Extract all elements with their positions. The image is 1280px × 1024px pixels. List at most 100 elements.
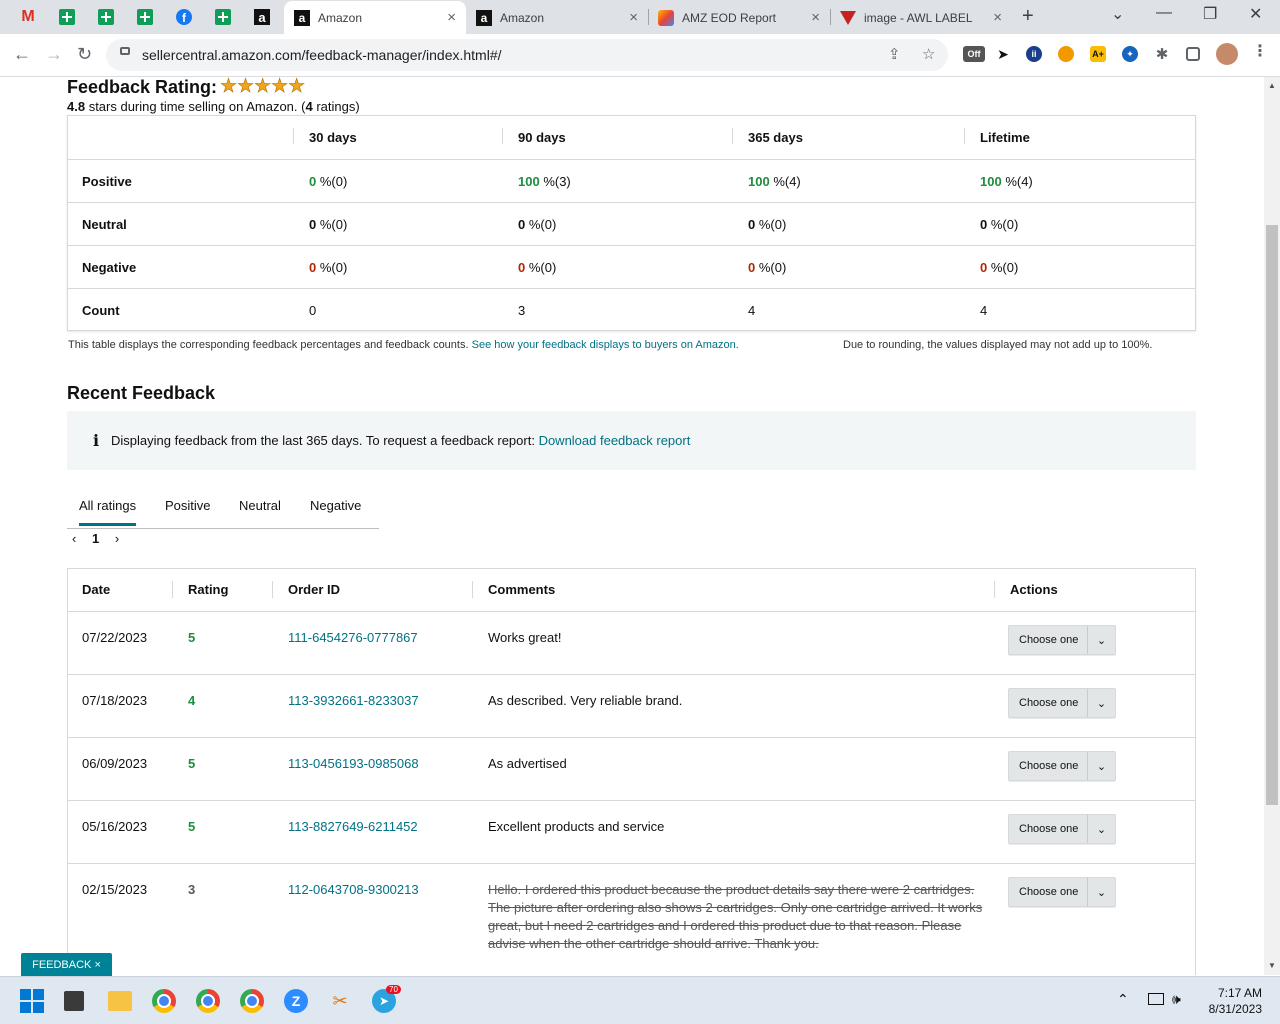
- amazon-icon[interactable]: a: [248, 5, 276, 29]
- action-dropdown[interactable]: Choose one ⌄: [1008, 688, 1116, 718]
- tab-neutral[interactable]: Neutral: [239, 498, 281, 523]
- feedback-comment-struck: Hello. I ordered this product because th…: [488, 882, 983, 951]
- order-id-link[interactable]: 113-3932661-8233037: [288, 693, 419, 708]
- close-icon[interactable]: ×: [94, 959, 100, 971]
- table-row: 02/15/2023 3 112-0643708-9300213 Hello. …: [68, 864, 1195, 975]
- action-dropdown[interactable]: Choose one ⌄: [1008, 814, 1116, 844]
- tab-positive[interactable]: Positive: [165, 498, 211, 523]
- chrome-profile-icon[interactable]: [240, 989, 264, 1013]
- summary-table-note: This table displays the corresponding fe…: [68, 339, 739, 351]
- tab-all-ratings[interactable]: All ratings: [79, 498, 137, 526]
- chrome-profile-icon[interactable]: [196, 989, 220, 1013]
- windows-start-icon[interactable]: [20, 989, 44, 1013]
- sheets-icon[interactable]: [131, 5, 159, 29]
- feedback-display-link[interactable]: See how your feedback displays to buyers…: [472, 339, 739, 351]
- order-id-link[interactable]: 113-8827649-6211452: [288, 819, 418, 834]
- current-page[interactable]: 1: [92, 531, 99, 546]
- close-tab-icon[interactable]: ×: [811, 9, 820, 26]
- task-view-icon[interactable]: [64, 991, 84, 1011]
- zoom-icon[interactable]: Z: [284, 989, 308, 1013]
- browser-tab-amazon-active[interactable]: a Amazon ×: [284, 1, 466, 34]
- volume-icon[interactable]: 🕪: [1172, 991, 1181, 1008]
- amazon-icon: a: [476, 9, 492, 26]
- window-close-button[interactable]: ✕: [1249, 4, 1262, 24]
- feedback-table: Date Rating Order ID Comments Actions 07…: [67, 568, 1196, 975]
- header-30-days: 30 days: [309, 130, 357, 145]
- previous-page-icon[interactable]: ‹: [72, 531, 76, 546]
- side-panel-icon[interactable]: [1186, 47, 1200, 61]
- telegram-icon[interactable]: ➤ 70: [372, 985, 401, 1013]
- tab-negative[interactable]: Negative: [310, 498, 361, 523]
- scrollbar-thumb[interactable]: [1266, 225, 1278, 805]
- page-scrollbar[interactable]: ▲ ▼: [1264, 77, 1280, 975]
- column-rating: Rating: [188, 582, 229, 597]
- file-explorer-icon[interactable]: [108, 991, 132, 1011]
- sheets-icon[interactable]: [209, 5, 237, 29]
- action-dropdown[interactable]: Choose one ⌄: [1008, 877, 1116, 907]
- facebook-icon[interactable]: f: [170, 5, 198, 29]
- browser-tab-amazon[interactable]: a Amazon ×: [466, 1, 648, 34]
- header-90-days: 90 days: [518, 130, 566, 145]
- taskbar-clock[interactable]: 7:17 AM 8/31/2023: [1200, 985, 1262, 1017]
- tray-chevron-icon[interactable]: ⌃: [1117, 991, 1129, 1008]
- column-divider: [994, 581, 995, 598]
- order-id-link[interactable]: 113-0456193-0985068: [288, 756, 419, 771]
- minimize-button[interactable]: —: [1156, 4, 1172, 22]
- url-text[interactable]: sellercentral.amazon.com/feedback-manage…: [142, 47, 502, 63]
- share-icon[interactable]: ⇪: [888, 45, 901, 63]
- chevron-down-icon[interactable]: ⌄: [1087, 626, 1115, 654]
- sheets-icon[interactable]: [53, 5, 81, 29]
- extensions-puzzle-icon[interactable]: ✱: [1154, 46, 1170, 63]
- column-divider: [472, 581, 473, 598]
- action-dropdown[interactable]: Choose one ⌄: [1008, 625, 1116, 655]
- feedback-date: 02/15/2023: [82, 882, 148, 897]
- feedback-rating: 4: [188, 693, 196, 708]
- close-tab-icon[interactable]: ×: [447, 9, 456, 26]
- rating-count: 4: [305, 99, 313, 114]
- snipping-tool-icon[interactable]: ✂: [328, 989, 352, 1013]
- column-divider: [272, 581, 273, 598]
- network-icon[interactable]: [1148, 993, 1164, 1005]
- scout-extension-icon[interactable]: A+: [1090, 46, 1106, 62]
- extension-off-icon[interactable]: Off: [963, 46, 985, 62]
- order-id-link[interactable]: 112-0643708-9300213: [288, 882, 419, 897]
- back-icon[interactable]: ←: [13, 44, 31, 65]
- feedback-date: 06/09/2023: [82, 756, 148, 771]
- action-dropdown[interactable]: Choose one ⌄: [1008, 751, 1116, 781]
- download-feedback-report-link[interactable]: Download feedback report: [539, 433, 691, 448]
- profile-avatar[interactable]: [1216, 43, 1238, 65]
- reload-icon[interactable]: ↻: [77, 44, 92, 65]
- lock-icon: [120, 47, 130, 55]
- chrome-icon[interactable]: [152, 989, 176, 1013]
- chevron-down-icon[interactable]: ⌄: [1087, 752, 1115, 780]
- browser-tab-eod-report[interactable]: AMZ EOD Report ×: [648, 1, 830, 34]
- browser-tab-awl-label[interactable]: image - AWL LABEL ×: [830, 1, 1012, 34]
- scroll-up-icon[interactable]: ▲: [1268, 81, 1276, 90]
- next-page-icon[interactable]: ›: [115, 531, 119, 546]
- column-comments: Comments: [488, 582, 556, 597]
- forward-icon[interactable]: →: [45, 44, 63, 65]
- fox-extension-icon[interactable]: [1058, 46, 1074, 62]
- chevron-down-icon[interactable]: ⌄: [1087, 878, 1115, 906]
- chrome-menu-icon[interactable]: ⋮: [1252, 43, 1268, 60]
- address-bar[interactable]: sellercentral.amazon.com/feedback-manage…: [106, 39, 948, 71]
- rating-score: 4.8: [67, 99, 86, 114]
- keepa-extension-icon[interactable]: ii: [1026, 46, 1042, 62]
- arrow-extension-icon[interactable]: ➤: [995, 46, 1011, 62]
- feedback-comment: Excellent products and service: [488, 819, 665, 834]
- awl-label-icon: [840, 10, 856, 26]
- sheets-icon[interactable]: [92, 5, 120, 29]
- feedback-button[interactable]: FEEDBACK ×: [21, 953, 112, 977]
- close-tab-icon[interactable]: ×: [629, 9, 638, 26]
- new-tab-button[interactable]: +: [1022, 5, 1034, 28]
- order-id-link[interactable]: 111-6454276-0777867: [288, 630, 418, 645]
- chevron-down-icon[interactable]: ⌄: [1087, 815, 1115, 843]
- gmail-icon[interactable]: M: [14, 5, 42, 29]
- bookmark-star-icon[interactable]: ☆: [922, 45, 935, 63]
- close-tab-icon[interactable]: ×: [993, 9, 1002, 26]
- network-extension-icon[interactable]: ✦: [1122, 46, 1138, 62]
- scroll-down-icon[interactable]: ▼: [1268, 961, 1276, 970]
- maximize-button[interactable]: ❐: [1203, 4, 1217, 24]
- tab-search-icon[interactable]: ⌄: [1111, 4, 1124, 24]
- chevron-down-icon[interactable]: ⌄: [1087, 689, 1115, 717]
